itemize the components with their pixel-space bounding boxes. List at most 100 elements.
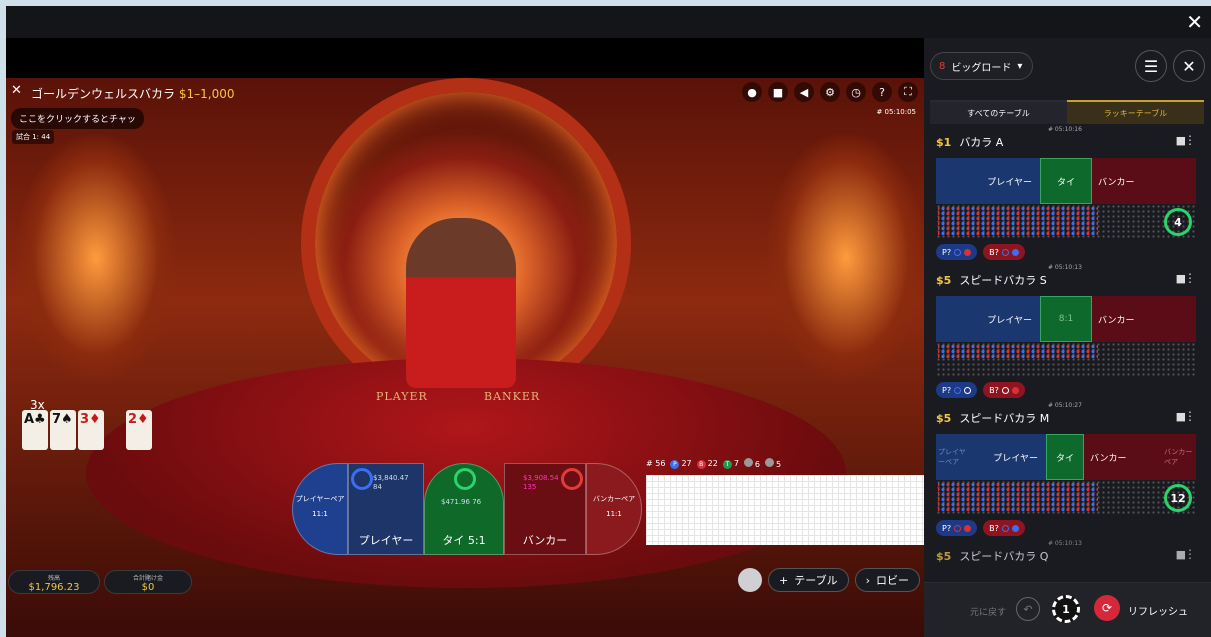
card: A♣ xyxy=(22,410,48,450)
player-bet-button[interactable]: プレイヤー xyxy=(968,434,1046,480)
tab-lucky-tables[interactable]: ラッキーテーブル xyxy=(1067,100,1204,124)
ppair-count: 6 xyxy=(743,458,760,469)
banker-bet-button[interactable]: バンカー xyxy=(1084,434,1162,480)
menu-icon[interactable]: ☰ xyxy=(1135,50,1167,82)
refresh-icon[interactable]: ⟳ xyxy=(1094,595,1120,621)
predict-banker[interactable]: B? xyxy=(983,382,1025,398)
panel-actions: ☰ ✕ xyxy=(1135,50,1205,82)
tie-ring xyxy=(454,468,476,490)
road-icon: 8 xyxy=(939,60,946,72)
panel-header: 8 ビッグロード ▾ ☰ ✕ xyxy=(930,48,1205,84)
round-count: 4 xyxy=(1164,208,1192,236)
tie-bet-button[interactable]: タイ xyxy=(1040,158,1092,204)
road-select[interactable]: 8 ビッグロード ▾ xyxy=(930,52,1034,80)
table-card[interactable]: $5 スピードバカラ Q # 05:10:13 ■ ⋮ xyxy=(936,540,1196,568)
add-table-button[interactable]: + テーブル xyxy=(768,568,849,592)
bottom-buttons: + テーブル › ロビー xyxy=(738,568,920,592)
tie-stats: $471.96 76 xyxy=(441,498,482,506)
bpair-count: 5 xyxy=(765,458,781,469)
close-icon[interactable]: ✕ xyxy=(1186,10,1203,34)
undo-label: 元に戻す xyxy=(970,608,1007,618)
predict-banker[interactable]: B? xyxy=(983,520,1025,536)
more-icon[interactable]: ⋮ xyxy=(1184,271,1196,285)
predictions: P? B? xyxy=(936,520,1196,536)
banker-bet-button[interactable]: バンカー xyxy=(1092,158,1196,204)
tie-count: T7 xyxy=(722,459,739,469)
predict-player[interactable]: P? xyxy=(936,520,978,536)
chips-icon[interactable]: ● xyxy=(742,82,762,102)
banker-pair-bet-button[interactable]: バンカーペア xyxy=(1162,434,1196,480)
mini-road: 12 xyxy=(936,480,1196,516)
predict-player[interactable]: P? xyxy=(936,382,978,398)
history-icon[interactable]: ◷ xyxy=(846,82,866,102)
more-icon[interactable]: ⋮ xyxy=(1184,547,1196,561)
predictions: P? B? xyxy=(936,244,1196,260)
player-pair-odds: 11:1 xyxy=(312,510,328,518)
table-header: $1 バカラ A # 05:10:16 ■ ⋮ xyxy=(936,126,1196,149)
game-title: ゴールデンウェルスバカラ $1–1,000 xyxy=(31,87,235,101)
player-bet-button[interactable]: プレイヤー xyxy=(936,158,1040,204)
predict-banker[interactable]: B? xyxy=(983,244,1025,260)
player-wins: P 27 xyxy=(670,459,692,469)
chevron-right-icon: › xyxy=(865,573,870,587)
bet-row: プレイヤー 8:1 バンカー xyxy=(936,296,1196,342)
fullscreen-icon[interactable]: ⛶ xyxy=(898,82,918,102)
player-label: プレイヤー xyxy=(358,534,414,547)
chat-input[interactable]: ここをクリックするとチャッ xyxy=(11,108,144,129)
banker-label: バンカー xyxy=(522,534,568,547)
predict-player[interactable]: P? xyxy=(936,244,978,260)
bet-banker[interactable]: $3,908.54 135 バンカー xyxy=(504,463,586,555)
total-rounds: # 56 xyxy=(646,459,666,468)
undo-icon[interactable]: ↶ xyxy=(1016,597,1040,621)
more-icon[interactable]: ⋮ xyxy=(1184,409,1196,423)
banker-stats: $3,908.54 135 xyxy=(523,474,559,491)
tie-bet-button[interactable]: 8:1 xyxy=(1040,296,1092,342)
refresh-button[interactable]: リフレッシュ xyxy=(1128,603,1188,618)
chat-bubble-icon[interactable] xyxy=(738,568,763,592)
banker-ring xyxy=(561,468,583,490)
banker-pair-label: バンカーペア xyxy=(592,495,636,503)
card: 2♦ xyxy=(126,410,152,450)
dealer xyxy=(406,218,516,388)
settings-icon[interactable]: ⚙ xyxy=(820,82,840,102)
banker-bet-button[interactable]: バンカー xyxy=(1092,296,1196,342)
table-header: $5 スピードバカラ S # 05:10:13 ■ ⋮ xyxy=(936,264,1196,287)
chevron-down-icon: ▾ xyxy=(1017,60,1023,72)
round-time: # 05:10:05 xyxy=(876,108,916,116)
mini-road: 4 xyxy=(936,204,1196,240)
player-pair-bet-button[interactable]: プレイヤーペア xyxy=(936,434,968,480)
player-stats: $3,840.47 84 xyxy=(373,474,409,491)
round-tag: 試合 1: 44 xyxy=(12,130,55,144)
sound-icon[interactable]: ◀ xyxy=(794,82,814,102)
player-ring xyxy=(351,468,373,490)
bet-tie[interactable]: $471.96 76 タイ 5:1 xyxy=(424,463,504,555)
predictions: P? B? xyxy=(936,382,1196,398)
tie-bet-button[interactable]: タイ xyxy=(1046,434,1084,480)
camera-icon[interactable]: ■ xyxy=(768,82,788,102)
tie-label: タイ 5:1 xyxy=(442,534,486,547)
table-card[interactable]: $1 バカラ A # 05:10:16 ■ ⋮ プレイヤー タイ バンカー 4 P… xyxy=(936,126,1196,260)
multi-table-panel: 8 ビッグロード ▾ ☰ ✕ すべてのテーブル ラッキーテーブル $1 バカラ A… xyxy=(924,38,1211,637)
panel-footer: 元に戻す ↶ 1 ⟳ リフレッシュ xyxy=(924,582,1211,637)
bet-player[interactable]: $3,840.47 84 プレイヤー xyxy=(348,463,424,555)
card: 3♦ xyxy=(78,410,104,450)
close-icon[interactable]: ✕ xyxy=(1173,50,1205,82)
toolbar: ● ■ ◀ ⚙ ◷ ? ⛶ xyxy=(742,82,918,102)
lobby-button[interactable]: › ロビー xyxy=(854,568,920,592)
player-bet-button[interactable]: プレイヤー xyxy=(936,296,1040,342)
table-card[interactable]: $5 スピードバカラ S # 05:10:13 ■ ⋮ プレイヤー 8:1 バンカ… xyxy=(936,264,1196,398)
help-icon[interactable]: ? xyxy=(872,82,892,102)
table-card[interactable]: $5 スピードバカラ M # 05:10:27 ■ ⋮ プレイヤーペア プレイヤー… xyxy=(936,402,1196,536)
player-pair-label: プレイヤーペア xyxy=(295,495,345,503)
game-stage: PLAYER BANKER ✕ ゴールデンウェルスバカラ $1–1,000 ここ… xyxy=(6,38,924,637)
banker-wins: B 22 xyxy=(696,459,718,469)
table-banker-label: BANKER xyxy=(484,390,541,403)
dealt-cards: A♣ 7♠ 3♦ 2♦ xyxy=(22,410,152,450)
banker-pair-odds: 11:1 xyxy=(606,510,622,518)
table-header: $5 スピードバカラ Q # 05:10:13 ■ ⋮ xyxy=(936,540,1196,563)
tab-all-tables[interactable]: すべてのテーブル xyxy=(930,100,1067,124)
close-game-icon[interactable]: ✕ xyxy=(11,83,22,98)
more-icon[interactable]: ⋮ xyxy=(1184,133,1196,147)
scoreboard-roads[interactable] xyxy=(646,475,924,545)
chip-selector[interactable]: 1 xyxy=(1052,595,1080,623)
